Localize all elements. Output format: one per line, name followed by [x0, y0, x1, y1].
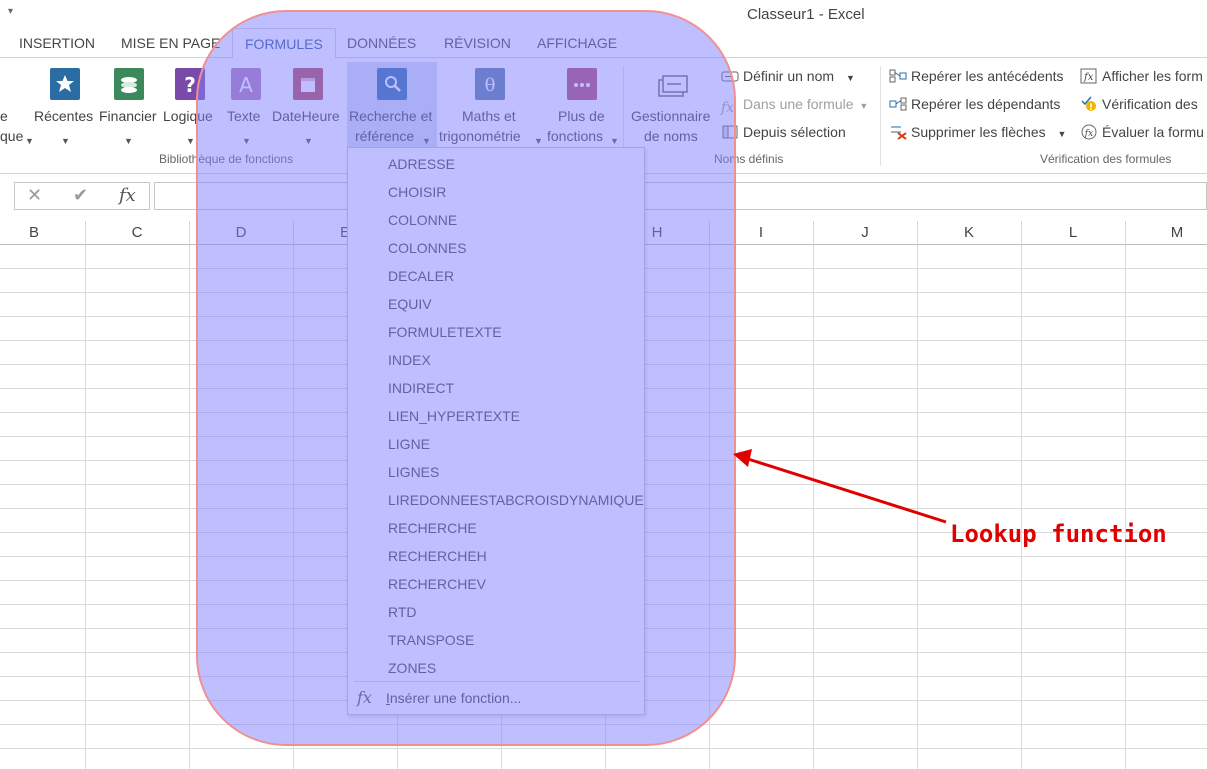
coins-book-icon [114, 68, 144, 100]
partial-label-1: e [0, 108, 8, 124]
financial-functions-button[interactable]: Financier ▼ [99, 58, 159, 148]
trace-dependents-label: Repérer les dépendants [911, 96, 1061, 112]
remove-arrows-button[interactable]: Supprimer les flèches ▼ [889, 121, 1066, 143]
svg-text:!: ! [1089, 103, 1093, 112]
annotation-label: Lookup function [950, 520, 1167, 548]
partial-label-2: que [0, 128, 24, 144]
insert-function-icon[interactable]: fx [119, 185, 136, 206]
show-formulas-button[interactable]: fx Afficher les form [1080, 65, 1203, 87]
column-separator [189, 221, 190, 245]
column-header-k[interactable]: K [959, 224, 979, 241]
chevron-down-icon: ▼ [186, 136, 195, 146]
remove-arrows-icon [889, 124, 907, 140]
trace-dependents-icon [889, 96, 907, 112]
chevron-down-icon: ▼ [124, 136, 133, 146]
error-checking-label: Vérification des [1102, 96, 1198, 112]
column-separator [813, 221, 814, 245]
create-from-selection-button[interactable]: Depuis sélection [721, 121, 846, 143]
formula-auditing-group-label: Vérification des formules [1040, 152, 1172, 166]
trace-dependents-button[interactable]: Repérer les dépendants [889, 93, 1060, 115]
evaluate-formula-label: Évaluer la formu [1102, 124, 1204, 140]
formula-bar-buttons: ✕ ✔ fx [14, 182, 150, 210]
svg-text:fx: fx [1084, 129, 1093, 139]
error-checking-button[interactable]: ! Vérification des [1080, 93, 1198, 115]
cancel-icon[interactable]: ✕ [27, 185, 42, 206]
quick-access-toolbar-dropdown[interactable]: ▾ [8, 6, 13, 17]
trace-precedents-icon [889, 68, 907, 84]
enter-icon[interactable]: ✔ [73, 185, 88, 206]
svg-text:?: ? [184, 73, 196, 97]
use-in-formula-button[interactable]: fxDans une formule ▼ [721, 93, 869, 116]
trace-precedents-label: Repérer les antécédents [911, 68, 1064, 84]
evaluate-formula-icon: fx [1080, 124, 1098, 140]
chevron-down-icon: ▼ [1057, 129, 1067, 139]
tab-insertion[interactable]: INSERTION [19, 35, 95, 51]
remove-arrows-label: Supprimer les flèches [911, 124, 1046, 140]
column-header-b[interactable]: B [24, 224, 44, 241]
window-title: Classeur1 - Excel [747, 6, 865, 23]
column-header-m[interactable]: M [1167, 224, 1187, 241]
svg-text:fx: fx [1083, 72, 1094, 83]
evaluate-formula-button[interactable]: fx Évaluer la formu [1080, 121, 1204, 143]
chevron-down-icon: ▼ [845, 73, 855, 83]
define-name-button[interactable]: Définir un nom ▼ [721, 65, 855, 87]
column-separator [917, 221, 918, 245]
annotation-highlight [196, 10, 736, 746]
group-separator [880, 66, 881, 166]
use-in-formula-label: Dans une formule [743, 96, 854, 112]
create-from-selection-label: Depuis sélection [743, 124, 846, 140]
chevron-down-icon: ▼ [25, 136, 34, 146]
column-header-j[interactable]: J [855, 224, 875, 241]
column-header-i[interactable]: I [751, 224, 771, 241]
show-formulas-label: Afficher les form [1102, 68, 1203, 84]
chevron-down-icon: ▼ [61, 136, 70, 146]
recent-functions-label: Récentes [34, 108, 94, 124]
column-separator [1125, 221, 1126, 245]
error-checking-icon: ! [1080, 96, 1098, 113]
insert-function-button-partial[interactable]: e que ▼ [0, 58, 34, 148]
tab-mise-en-page[interactable]: MISE EN PAGE [121, 35, 220, 51]
column-separator [1021, 221, 1022, 245]
show-formulas-icon: fx [1080, 68, 1098, 84]
financial-functions-label: Financier [99, 108, 157, 124]
column-header-l[interactable]: L [1063, 224, 1083, 241]
star-book-icon [50, 68, 80, 100]
chevron-down-icon: ▼ [859, 101, 869, 111]
column-separator [85, 221, 86, 245]
trace-precedents-button[interactable]: Repérer les antécédents [889, 65, 1064, 87]
recent-functions-button[interactable]: Récentes ▼ [34, 58, 96, 148]
define-name-label: Définir un nom [743, 68, 835, 84]
column-header-c[interactable]: C [127, 224, 147, 241]
